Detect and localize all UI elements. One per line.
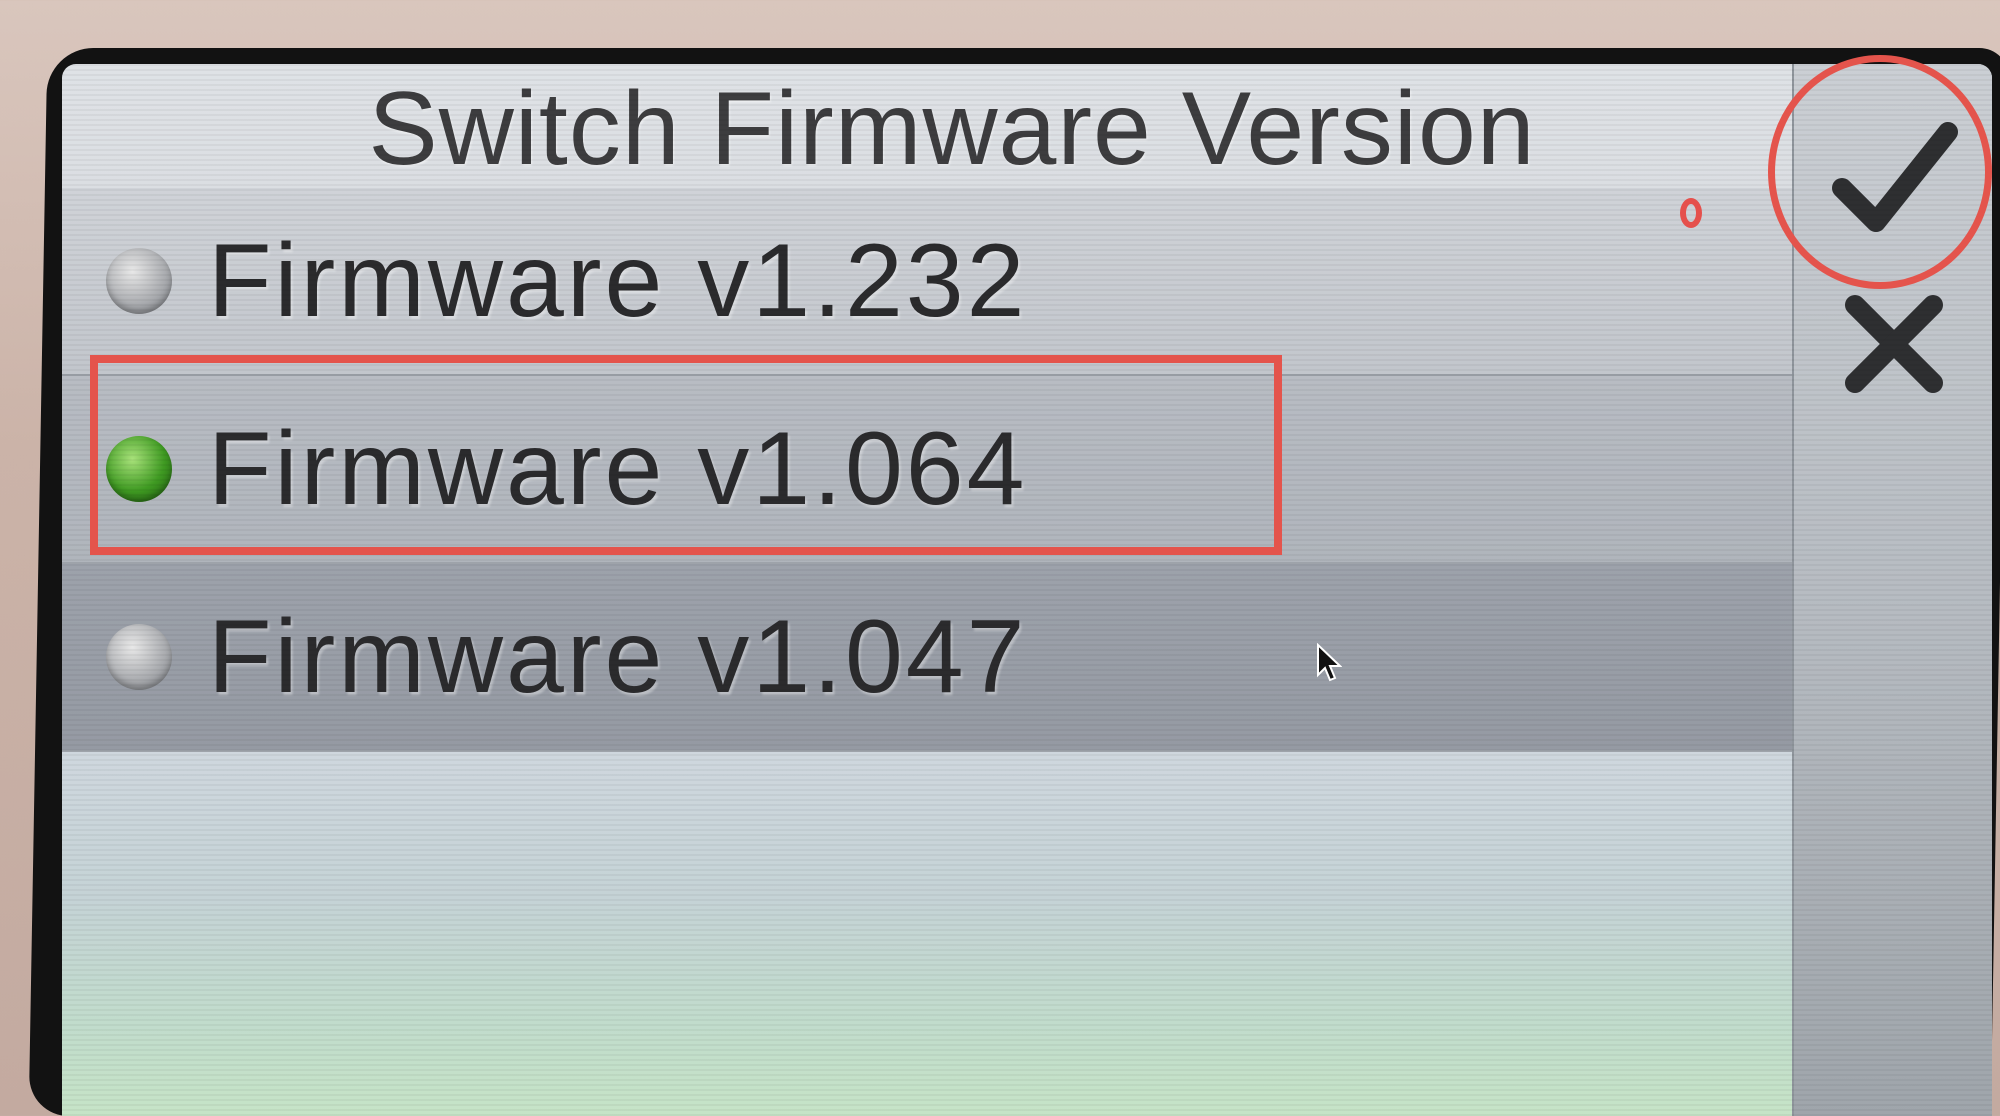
firmware-option-v1-232[interactable]: Firmware v1.232 (62, 188, 1792, 376)
radio-button-icon[interactable] (106, 624, 172, 690)
firmware-option-label: Firmware v1.047 (208, 598, 1028, 715)
cancel-button[interactable] (1814, 264, 1974, 424)
action-sidebar (1792, 64, 1992, 1116)
checkmark-icon (1832, 122, 1958, 232)
mouse-cursor-icon (1317, 643, 1342, 682)
firmware-option-v1-064[interactable]: Firmware v1.064 (62, 376, 1792, 564)
annotation-marker (1680, 198, 1702, 228)
firmware-list: Firmware v1.232 Firmware v1.064 Firmware… (62, 188, 1792, 752)
list-empty-area (62, 752, 1792, 1116)
firmware-option-label: Firmware v1.232 (208, 222, 1028, 339)
device-screen: Switch Firmware Version Firmware v1.232 … (62, 64, 1992, 1116)
firmware-option-label: Firmware v1.064 (208, 410, 1028, 527)
radio-button-selected-icon[interactable] (106, 436, 172, 502)
dialog-title: Switch Firmware Version (368, 70, 1536, 187)
firmware-option-v1-047[interactable]: Firmware v1.047 (62, 564, 1792, 752)
close-icon (1845, 295, 1943, 393)
radio-button-icon[interactable] (106, 248, 172, 314)
confirm-button[interactable] (1814, 100, 1974, 260)
